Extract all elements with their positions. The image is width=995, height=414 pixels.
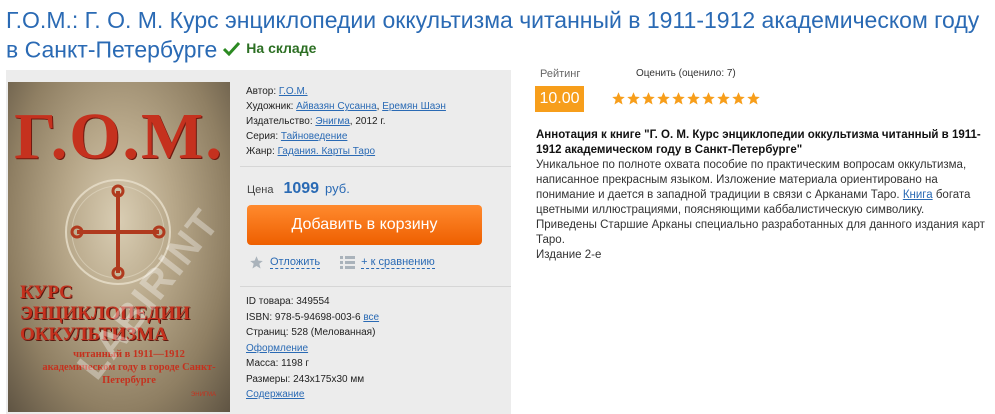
rating-star-icon[interactable] <box>716 91 731 106</box>
list-icon <box>340 256 356 269</box>
publisher-link[interactable]: Энигма <box>315 116 349 127</box>
add-to-cart-button[interactable]: Добавить в корзину <box>247 205 482 245</box>
price-currency: руб. <box>325 181 350 196</box>
author-row: Автор: Г.О.М. <box>246 86 308 97</box>
price-block: Цена 1099 руб. <box>247 180 350 198</box>
compare-link[interactable]: + к сравнению <box>361 256 435 269</box>
divider <box>240 286 511 287</box>
book-specs: ID товара: 349554 ISBN: 978-5-94698-003-… <box>246 294 379 403</box>
contents-row: Содержание <box>246 387 379 403</box>
rating-star-icon[interactable] <box>656 91 671 106</box>
book-cover-image[interactable]: Г.О.М. КУРС ЭНЦИКЛОПЕДИИ ОККУЛЬТИЗМА чит… <box>8 82 230 412</box>
product-id: ID товара: 349554 <box>246 296 330 307</box>
annotation-heading: Аннотация к книге "Г. О. М. Курс энцикло… <box>536 129 981 156</box>
rating-star-icon[interactable] <box>641 91 656 106</box>
isbn-row: ISBN: 978-5-94698-003-6 все <box>246 311 380 323</box>
rating-star-icon[interactable] <box>686 91 701 106</box>
price-label: Цена <box>247 184 274 196</box>
contents-link[interactable]: Содержание <box>246 389 304 400</box>
artist-row: Художник: Айвазян Сусанна, Еремян Шаэн <box>246 101 446 112</box>
isbn-all-link[interactable]: все <box>363 312 379 323</box>
rating-value: 10.00 <box>535 86 584 112</box>
stock-label: На складе <box>246 40 317 56</box>
design-link[interactable]: Оформление <box>246 343 308 354</box>
genre-row: Жанр: Гадания. Карты Таро <box>246 146 376 157</box>
rating-stars[interactable] <box>611 91 761 106</box>
design-row: Оформление <box>246 341 379 357</box>
rating-star-icon[interactable] <box>626 91 641 106</box>
product-header: Г.О.М.: Г. О. М. Курс энциклопедии оккул… <box>6 6 991 64</box>
edition: Издание 2-е <box>536 249 602 261</box>
compare-action[interactable]: + к сравнению <box>340 256 435 269</box>
rate-label: Оценить (оценило: 7) <box>636 68 736 79</box>
cover-publisher: ЭНИГМА <box>190 392 216 398</box>
genre-link[interactable]: Гадания. Карты Таро <box>278 146 376 157</box>
rating-star-icon[interactable] <box>611 91 626 106</box>
cover-big-title: Г.О.М. <box>14 100 224 173</box>
weight-row: Масса: 1198 г <box>246 358 310 369</box>
series-row: Серия: Тайноведение <box>246 131 348 142</box>
rating-star-icon[interactable] <box>701 91 716 106</box>
rating-star-icon[interactable] <box>731 91 746 106</box>
artist-link-1[interactable]: Айвазян Сусанна <box>296 101 376 112</box>
artist-link-2[interactable]: Еремян Шаэн <box>382 101 446 112</box>
rating-star-icon[interactable] <box>671 91 686 106</box>
star-icon <box>250 256 263 269</box>
publisher-row: Издательство: Энигма, 2012 г. <box>246 116 386 127</box>
defer-action[interactable]: Отложить <box>249 255 321 270</box>
author-link[interactable]: Г.О.М. <box>279 86 308 97</box>
defer-link[interactable]: Отложить <box>270 256 321 269</box>
rating-label: Рейтинг <box>540 68 581 80</box>
series-link[interactable]: Тайноведение <box>281 131 348 142</box>
product-actions: Отложить + к сравнению <box>249 255 435 270</box>
size-row: Размеры: 243x175x30 мм <box>246 373 365 385</box>
stock-status: На складе <box>223 34 316 62</box>
annotation: Аннотация к книге "Г. О. М. Курс энцикло… <box>536 128 986 263</box>
annotation-book-link[interactable]: Книга <box>903 189 933 201</box>
rating-star-icon[interactable] <box>746 91 761 106</box>
page-title: Г.О.М.: Г. О. М. Курс энциклопедии оккул… <box>6 7 980 63</box>
book-meta: Автор: Г.О.М. Художник: Айвазян Сусанна,… <box>246 84 446 159</box>
pages-row: Страниц: 528 (Мелованная) <box>246 327 376 338</box>
price-value: 1099 <box>283 180 320 197</box>
divider <box>240 166 511 167</box>
annotation-text: Уникальное по полноте охвата пособие по … <box>536 159 985 246</box>
checkmark-icon <box>223 41 241 56</box>
